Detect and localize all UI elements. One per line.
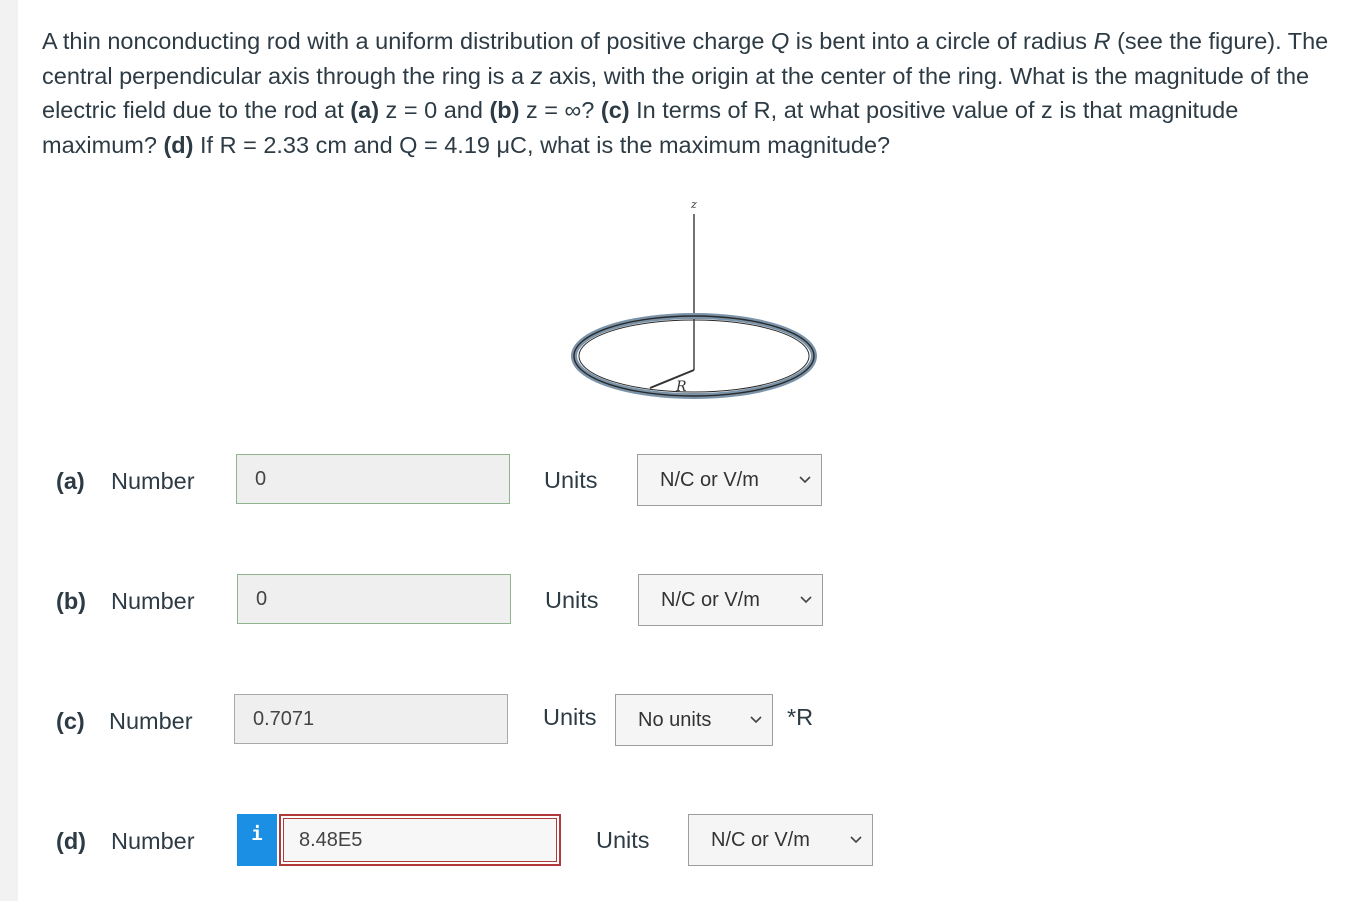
units-select-d[interactable]: N/C or V/m [688, 814, 873, 866]
units-select-b[interactable]: N/C or V/m [638, 574, 823, 626]
units-select-b-value: N/C or V/m [661, 589, 760, 611]
number-label-c: Number [109, 708, 193, 734]
number-input-a[interactable]: 0 [236, 454, 510, 504]
units-label-c: Units [543, 704, 597, 730]
chevron-down-icon [750, 716, 762, 724]
units-select-c[interactable]: No units [615, 694, 773, 746]
question-text: A thin nonconducting rod with a uniform … [42, 28, 1329, 158]
info-icon[interactable]: i [237, 814, 277, 866]
number-label-a: Number [111, 468, 195, 494]
answer-row-a: (a) Number 0 Units N/C or V/m [0, 454, 900, 508]
figure-r-label: R [675, 379, 687, 395]
number-input-b[interactable]: 0 [237, 574, 511, 624]
answer-row-b: (b) Number 0 Units N/C or V/m [0, 574, 900, 628]
units-label-d: Units [596, 827, 650, 853]
units-label-a: Units [544, 467, 598, 493]
units-select-a[interactable]: N/C or V/m [637, 454, 822, 506]
answer-row-c: (c) Number 0.7071 Units No units *R [0, 694, 900, 748]
part-d-label: (d) [56, 828, 87, 854]
units-select-a-value: N/C or V/m [660, 469, 759, 491]
number-label-b: Number [111, 588, 195, 614]
chevron-down-icon [799, 476, 811, 484]
chevron-down-icon [850, 836, 862, 844]
units-label-b: Units [545, 587, 599, 613]
r-suffix: *R [787, 704, 814, 730]
units-select-c-value: No units [638, 709, 712, 731]
part-a-label: (a) [56, 468, 85, 494]
answer-row-d: (d) Number i 8.48E5 Units N/C or V/m [0, 814, 900, 868]
part-c-label: (c) [56, 708, 85, 734]
chevron-down-icon [800, 596, 812, 604]
units-select-d-value: N/C or V/m [711, 829, 810, 851]
number-label-d: Number [111, 828, 195, 854]
number-input-d[interactable]: 8.48E5 [279, 814, 561, 866]
figure-z-label: z [690, 198, 697, 211]
ring-figure: z R [560, 190, 840, 420]
part-b-label: (b) [56, 588, 87, 614]
number-input-c[interactable]: 0.7071 [234, 694, 508, 744]
